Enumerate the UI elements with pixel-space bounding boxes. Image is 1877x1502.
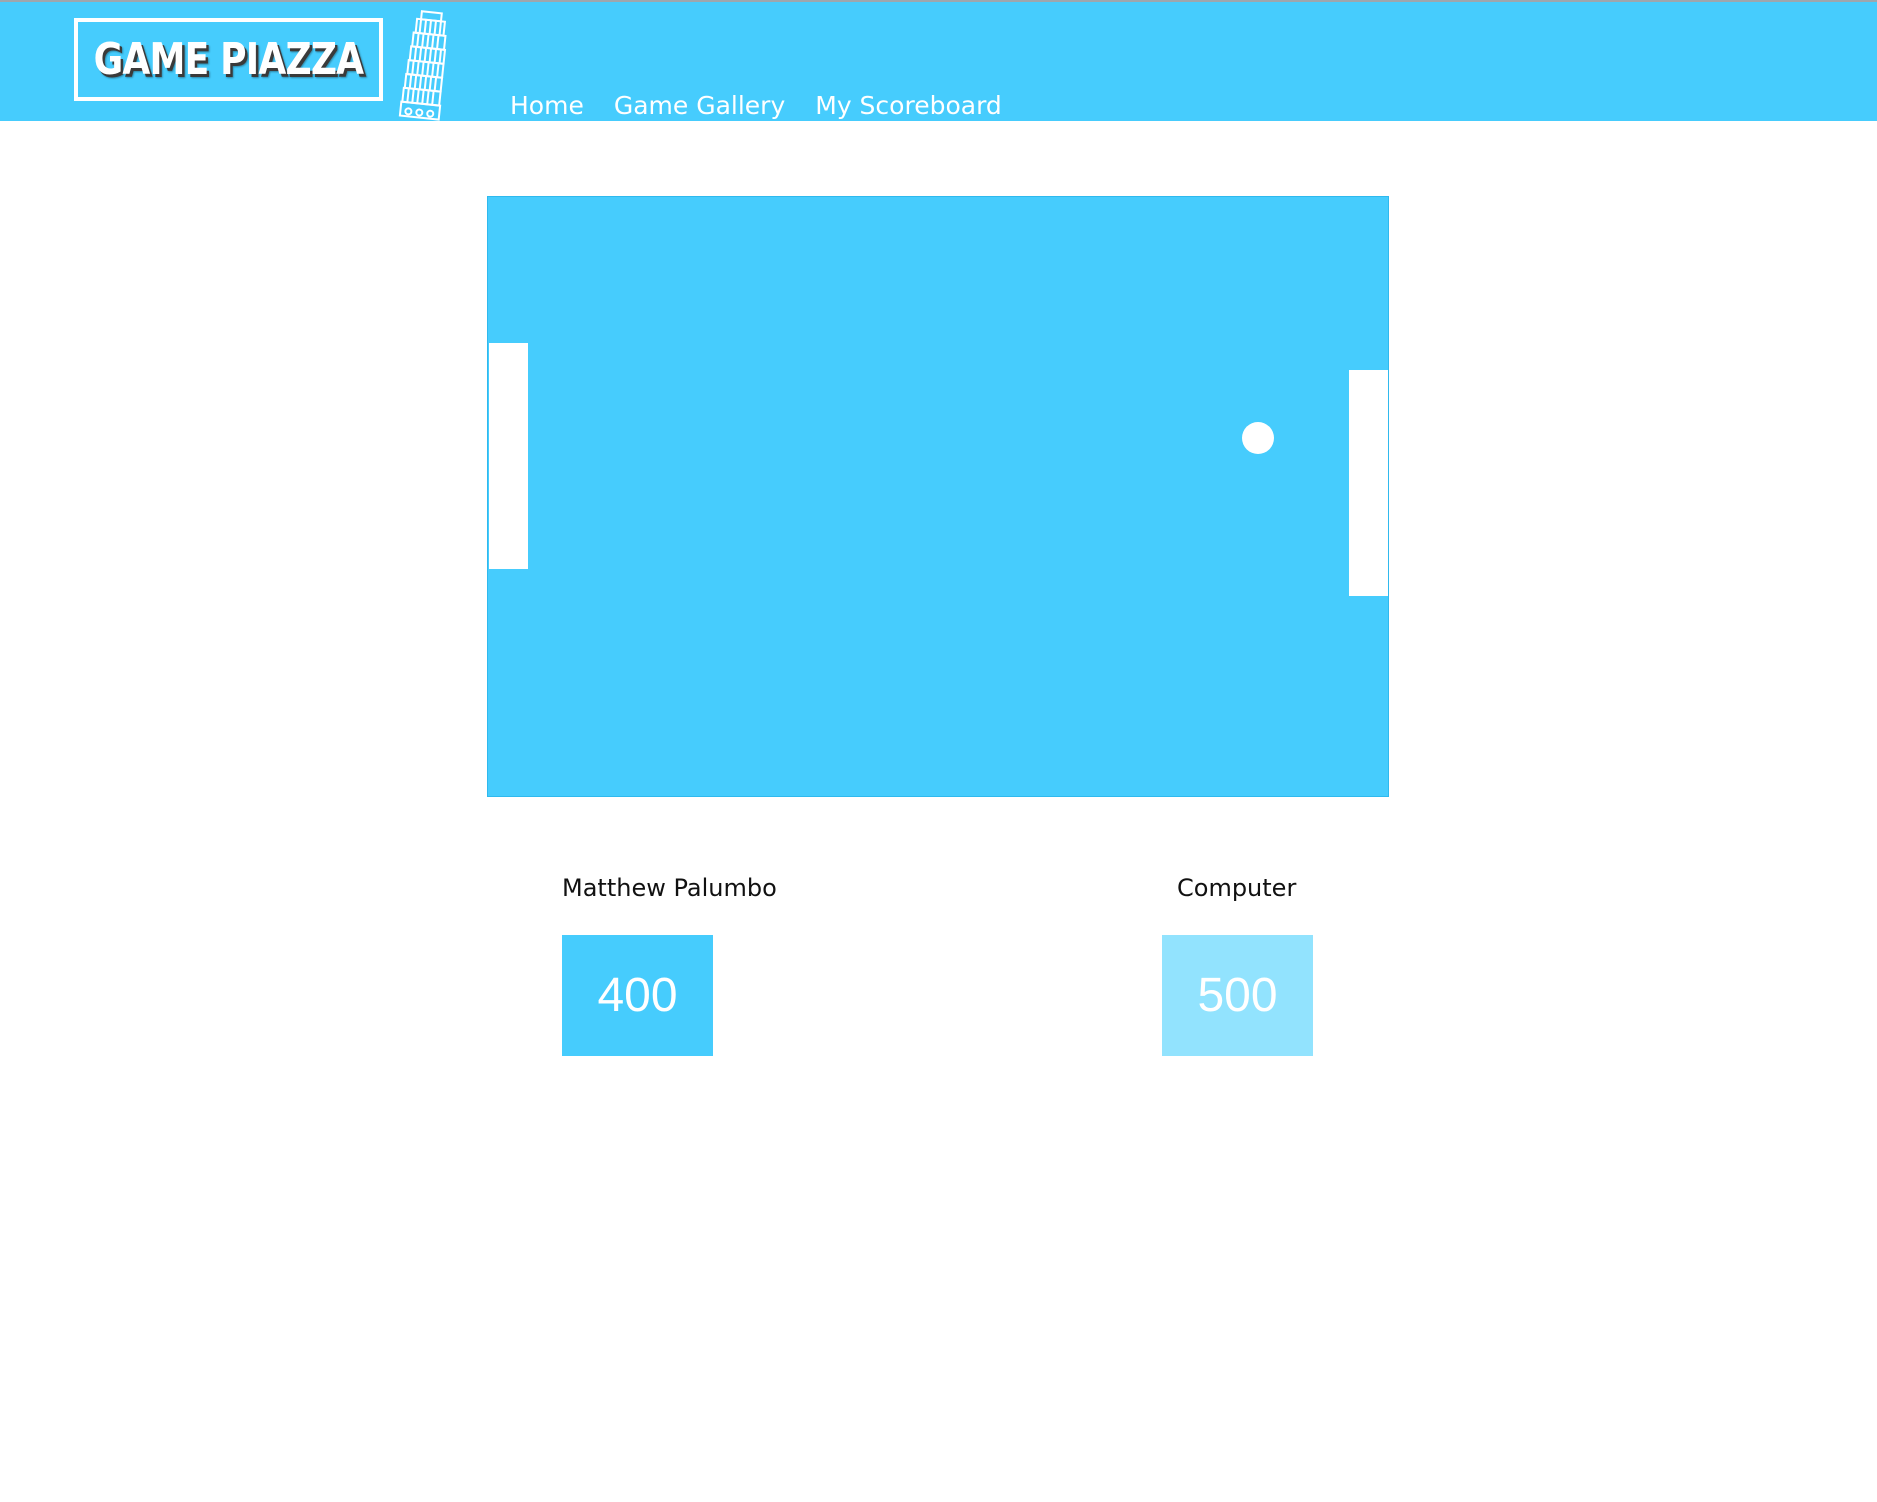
player-two-name: Computer	[1177, 874, 1297, 902]
pong-ball	[1242, 422, 1274, 454]
leaning-tower-icon	[396, 10, 456, 123]
player-two-score: 500	[1162, 935, 1313, 1056]
logo-text: GAME PIAZZA	[93, 34, 364, 85]
player-one-name: Matthew Palumbo	[562, 874, 777, 902]
top-nav-bar: GAME PIAZZA Home Game Gallery My Scorebo…	[0, 0, 1877, 124]
nav-my-scoreboard-link[interactable]: My Scoreboard	[815, 88, 1002, 124]
main-nav: Home Game Gallery My Scoreboard	[510, 88, 1002, 124]
player-one-score: 400	[562, 935, 713, 1056]
site-logo[interactable]: GAME PIAZZA	[74, 18, 383, 101]
player-paddle[interactable]	[489, 343, 528, 569]
computer-paddle	[1349, 370, 1388, 596]
pong-game-board[interactable]	[487, 196, 1389, 797]
nav-game-gallery-link[interactable]: Game Gallery	[614, 88, 785, 124]
nav-home-link[interactable]: Home	[510, 88, 584, 124]
